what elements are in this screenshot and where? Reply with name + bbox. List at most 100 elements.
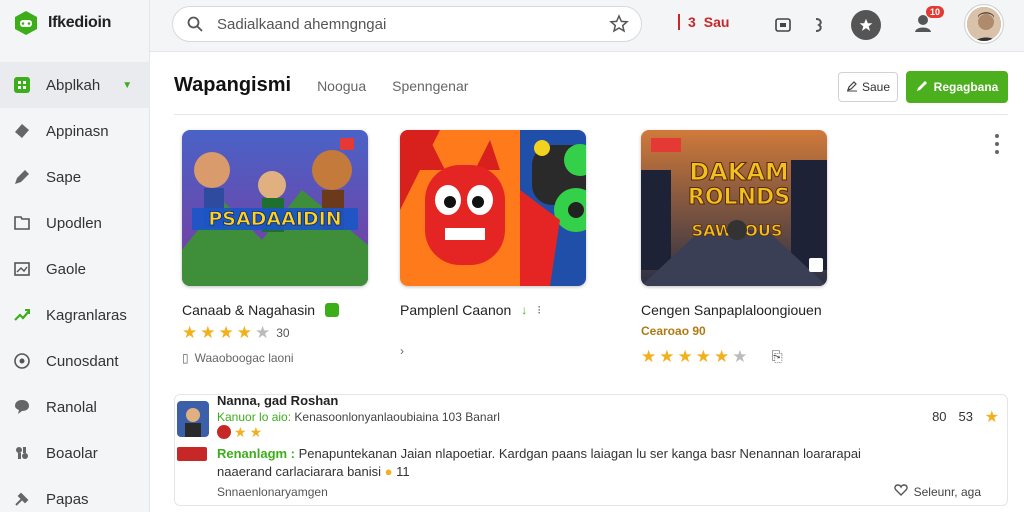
review-subtitle-prefix: Kanuor lo aio: — [217, 410, 292, 424]
sidebar-item-label: Cunosdant — [46, 352, 119, 370]
tab-wapangismi[interactable]: Wapangismi — [174, 74, 291, 97]
sidebar-item-abplkah[interactable]: Abplkah ▼ — [0, 62, 150, 108]
game-card[interactable]: PSADAAIDIN Canaab & Nagahasin ★ ★ ★ ★ ★ … — [182, 130, 382, 365]
image-icon — [12, 259, 32, 279]
reviewer-avatar[interactable] — [177, 401, 209, 437]
more-options-icon[interactable] — [990, 132, 1004, 156]
sidebar-item-label: Boaolar — [46, 444, 98, 462]
score-b: 53 — [958, 409, 973, 424]
sidebar-item-label: Sape — [46, 168, 82, 186]
doc-icon: ▯ — [182, 351, 189, 365]
chevron-right-icon[interactable]: › — [400, 344, 404, 358]
heart-icon — [893, 483, 908, 500]
star-icon: ★ — [641, 347, 657, 366]
sidebar-item-cunosdant[interactable]: Cunosdant — [0, 338, 150, 384]
star-badge-icon[interactable] — [851, 10, 881, 40]
save-button[interactable]: Saue — [838, 72, 898, 102]
app-logo[interactable]: Ifkedioin — [12, 8, 111, 38]
download-icon: ↓ — [521, 303, 528, 317]
sidebar-item-label: Appinasn — [46, 122, 109, 140]
tools-icon — [12, 489, 32, 509]
rating-stars: ★ ★ ★ ★ ★ — [182, 324, 270, 341]
favorite-star-icon[interactable]: ★ — [985, 407, 999, 427]
primary-button-label: Regagbana — [933, 80, 999, 94]
sidebar-item-papas[interactable]: Papas — [0, 476, 150, 512]
thumbnail-title: PSADAAIDIN — [208, 208, 341, 230]
app-name: Ifkedioin — [48, 14, 112, 31]
primary-action-button[interactable]: Regagbana — [906, 71, 1008, 103]
trend-icon — [12, 305, 32, 325]
sidebar-nav: Abplkah ▼ Appinasn Sape Upodlen Gaole Ka… — [0, 62, 150, 512]
review-footer: Snnaenlonaryamgen — [217, 485, 328, 499]
star-icon: ★ — [182, 323, 198, 342]
search-icon — [185, 14, 205, 34]
star-icon: ★ — [236, 323, 252, 342]
avatar[interactable] — [965, 5, 1003, 43]
tab-bar: Wapangismi Noogua Spenngenar — [174, 74, 468, 97]
game-thumbnail[interactable] — [400, 130, 586, 286]
share-icon[interactable]: ⎘ — [772, 348, 783, 365]
verified-icon — [325, 303, 340, 317]
game-thumbnail[interactable]: DAKAM ROLNDS SAWIJOUS — [641, 130, 827, 286]
dots-icon: ⁝ — [537, 303, 542, 317]
sidebar-item-label: Abplkah — [46, 76, 101, 94]
like-label: Seleunr, aga — [913, 484, 981, 499]
controller-logo-icon — [12, 9, 40, 37]
sidebar-item-kagranlaras[interactable]: Kagranlaras — [0, 292, 150, 338]
search-input[interactable] — [217, 15, 597, 33]
card-rating-text: Cearoao 90 — [641, 324, 841, 338]
star-icon: ★ — [677, 347, 693, 366]
sidebar-item-label: Gaole — [46, 260, 87, 278]
main-content: Wapangismi Noogua Spenngenar Saue Regagb… — [150, 52, 1024, 512]
sidebar-item-appinasn[interactable]: Appinasn — [0, 108, 150, 154]
card-title: Cengen Sanpaplaloongiouen — [641, 302, 841, 318]
game-thumbnail[interactable]: PSADAAIDIN — [182, 130, 368, 286]
notifications-button[interactable]: 10 — [908, 6, 944, 40]
tab-divider — [174, 114, 1008, 115]
star-icon: ★ — [218, 323, 234, 342]
review-stars: ★ ★ — [217, 425, 262, 439]
window-icon[interactable] — [768, 10, 798, 40]
chat-icon — [12, 397, 32, 417]
game-card[interactable]: DAKAM ROLNDS SAWIJOUS Cengen Sanpaplaloo… — [641, 130, 841, 365]
star-icon: ★ — [234, 424, 247, 440]
card-rating: ★ ★ ★ ★ ★ 30 — [182, 324, 382, 341]
credits-value: 3 — [688, 14, 696, 30]
game-card[interactable]: Pamplenl Caanon ↓ ⁝ › — [400, 130, 600, 358]
thumbnail-title-2: ROLNDS — [688, 185, 790, 210]
rating-count: Cearoao 90 — [641, 324, 706, 338]
edit-icon — [846, 80, 858, 95]
sidebar-item-label: Kagranlaras — [46, 306, 127, 324]
sidebar-item-sape[interactable]: Sape — [0, 154, 150, 200]
rating-count: 30 — [276, 325, 290, 340]
tab-spenngenar[interactable]: Spenngenar — [392, 78, 468, 94]
review-scores: 80 53 — [932, 409, 973, 424]
sidebar-item-label: Upodlen — [46, 214, 102, 232]
sidebar-item-label: Papas — [46, 490, 89, 508]
puzzle-icon — [12, 443, 32, 463]
star-icon: ★ — [659, 347, 675, 366]
review-panel: Nanna, gad Roshan Kanuor lo aio: Kenasoo… — [174, 393, 1008, 506]
review-text: Renanlagm : Penapuntekanan Jaian nlapoet… — [217, 445, 867, 481]
card-title-text: Cengen Sanpaplaloongiouen — [641, 302, 822, 318]
star-icon: ★ — [200, 323, 216, 342]
sidebar-item-ranolal[interactable]: Ranolal — [0, 384, 150, 430]
star-icon: ★ — [249, 424, 263, 440]
sidebar-item-upodlen[interactable]: Upodlen — [0, 200, 150, 246]
star-icon: ★ — [695, 347, 711, 366]
top-bar: 3 Sau 10 — [150, 0, 1024, 52]
sidebar-item-boaolar[interactable]: Boaolar — [0, 430, 150, 476]
star-filter-icon[interactable] — [609, 14, 629, 34]
grip-icon[interactable] — [804, 10, 834, 40]
reviewer-name: Nanna, gad Roshan — [217, 393, 339, 408]
tab-noogua[interactable]: Noogua — [317, 78, 366, 94]
chevron-down-icon: ▼ — [122, 79, 133, 91]
credits-divider — [678, 14, 680, 30]
sidebar-item-gaole[interactable]: Gaole — [0, 246, 150, 292]
badge-icon — [177, 447, 207, 461]
credits-indicator[interactable]: 3 Sau — [678, 14, 729, 30]
search-bar[interactable] — [172, 6, 642, 42]
review-body: Penapuntekanan Jaian nlapoetiar. Kardgan… — [217, 446, 861, 479]
like-button[interactable]: Seleunr, aga — [893, 483, 981, 500]
card-title-text: Canaab & Nagahasin — [182, 302, 316, 318]
